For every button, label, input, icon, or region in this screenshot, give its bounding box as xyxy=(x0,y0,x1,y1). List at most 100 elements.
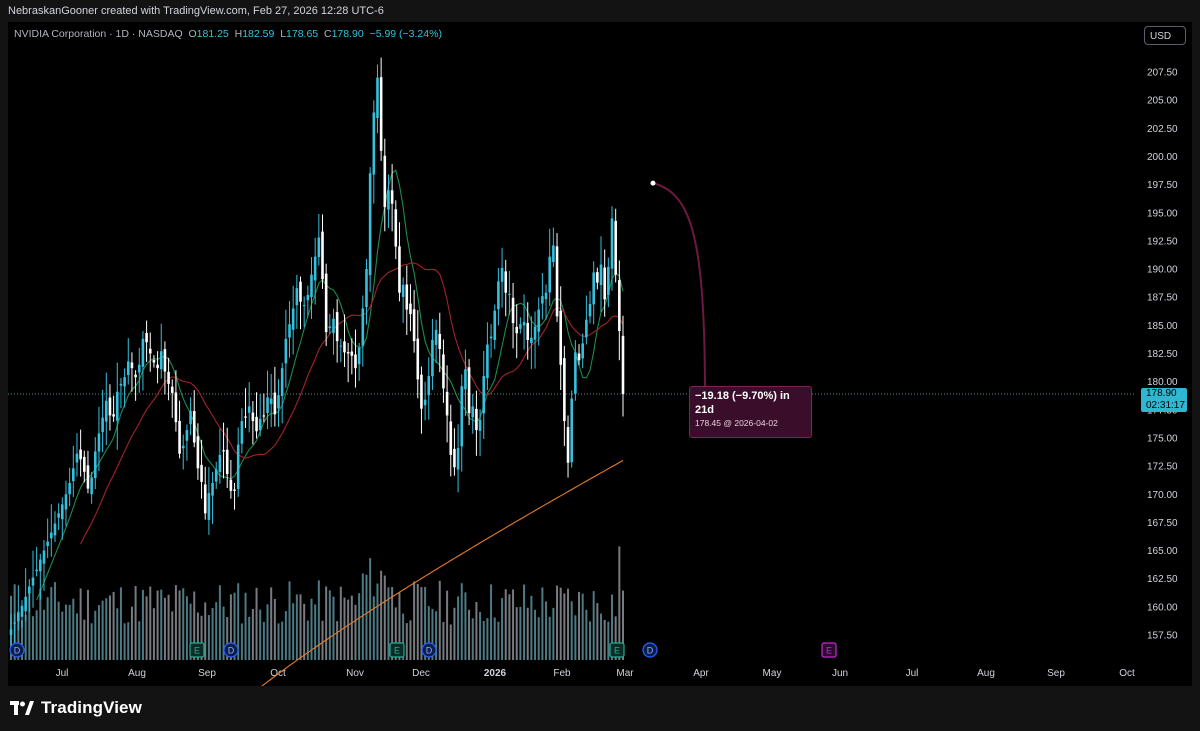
volume-bar xyxy=(251,608,254,660)
currency-button[interactable]: USD xyxy=(1144,26,1186,45)
candle-body xyxy=(409,303,412,315)
event-marker-label: D xyxy=(426,646,433,656)
time-tick-label: Sep xyxy=(1047,668,1065,679)
candle-body xyxy=(405,284,409,310)
candle-body xyxy=(317,237,321,258)
volume-bar xyxy=(493,617,496,660)
candle-body xyxy=(420,374,423,409)
time-tick-label: Jul xyxy=(56,668,69,679)
volume-bar xyxy=(479,612,482,660)
volume-bar xyxy=(288,581,291,660)
chart-attribution: NebraskanGooner created with TradingView… xyxy=(8,5,384,17)
volume-bar xyxy=(592,591,595,660)
volume-bar xyxy=(127,622,130,660)
candle-body xyxy=(108,397,112,416)
time-tick-label: Dec xyxy=(412,668,430,679)
candle-body xyxy=(574,352,577,394)
candle-body xyxy=(174,392,178,423)
projection-label[interactable]: −19.18 (−9.70%) in 21d 178.45 @ 2026-04-… xyxy=(689,386,812,438)
volume-bar xyxy=(508,594,511,660)
event-marker-label: E xyxy=(394,646,400,656)
candle-body xyxy=(522,321,526,326)
candle-body xyxy=(427,376,431,396)
time-tick-label: Oct xyxy=(1119,668,1135,679)
volume-bar xyxy=(453,607,456,660)
candle-body xyxy=(372,112,376,175)
volume-bar xyxy=(174,585,177,660)
candle-body xyxy=(493,310,497,341)
candle-body xyxy=(269,398,273,404)
candle-body xyxy=(284,338,288,364)
candle-body xyxy=(618,280,621,331)
projection-arc[interactable] xyxy=(652,182,706,400)
dividend-marker[interactable]: D xyxy=(9,642,25,658)
candle-body xyxy=(434,329,438,345)
volume-bar xyxy=(523,584,526,660)
candle-body xyxy=(544,292,548,300)
volume-bar xyxy=(537,617,540,660)
volume-bar xyxy=(112,591,115,660)
candle-body xyxy=(262,415,266,417)
candle-body xyxy=(354,354,357,369)
volume-bar xyxy=(409,620,412,660)
candle-body xyxy=(170,386,174,393)
candle-body xyxy=(53,523,57,536)
candle-body xyxy=(156,364,159,369)
volume-bar xyxy=(94,610,97,660)
candle-body xyxy=(163,349,167,372)
symbol-name: NVIDIA Corporation · 1D · NASDAQ xyxy=(14,28,183,40)
candle-body xyxy=(475,408,478,431)
volume-bar xyxy=(325,586,328,660)
candle-body xyxy=(365,269,368,308)
dividend-marker[interactable]: D xyxy=(421,642,437,658)
earnings-marker[interactable]: E xyxy=(389,642,405,658)
dividend-marker[interactable]: D xyxy=(642,642,658,658)
candle-body xyxy=(596,272,599,283)
volume-bar xyxy=(405,623,408,660)
candle-body xyxy=(46,541,49,546)
volume-bar xyxy=(332,596,335,660)
candle-body xyxy=(511,297,515,324)
projection-start-point[interactable] xyxy=(650,180,656,186)
price-chart[interactable]: 157.50 160.00 162.50 165.00 167.50 170.00 172.… xyxy=(8,22,1192,686)
candle-body xyxy=(442,354,445,389)
volume-bar xyxy=(281,621,284,660)
volume-bar xyxy=(86,589,89,660)
time-tick-label: Jul xyxy=(906,668,919,679)
volume-bar xyxy=(556,585,559,660)
candle-body xyxy=(86,465,90,489)
candle-body xyxy=(61,504,64,520)
dividend-marker[interactable]: D xyxy=(223,642,239,658)
volume-bar xyxy=(541,587,544,660)
candle-body xyxy=(603,267,606,300)
brand-name: TradingView xyxy=(41,698,142,717)
high-value: 182.59 xyxy=(242,28,275,40)
volume-bar xyxy=(31,616,34,660)
earnings-marker[interactable]: E xyxy=(189,642,205,658)
tradingview-logo[interactable]: TradingView xyxy=(10,698,142,718)
candle-body xyxy=(577,353,581,361)
volume-bar xyxy=(339,586,342,660)
candle-body xyxy=(614,220,617,275)
volume-bar xyxy=(442,622,445,660)
volume-bar xyxy=(90,623,93,660)
projection-change: −19.18 (−9.70%) in 21d xyxy=(695,390,790,416)
candle-body xyxy=(251,412,255,422)
volume-bar xyxy=(152,608,155,660)
candle-body xyxy=(438,333,442,349)
volume-bar xyxy=(46,597,49,660)
candle-body xyxy=(464,369,467,390)
volume-bar xyxy=(534,609,537,660)
candle-body xyxy=(559,310,563,365)
volume-bar xyxy=(35,610,38,660)
time-tick-label: Aug xyxy=(128,668,146,679)
candle-body xyxy=(570,398,573,463)
chart-panel[interactable]: 157.50 160.00 162.50 165.00 167.50 170.00 172.… xyxy=(8,22,1192,686)
volume-bar xyxy=(347,599,350,660)
candle-body xyxy=(93,451,97,478)
candle-body xyxy=(130,362,134,369)
earnings-marker[interactable]: E xyxy=(609,642,625,658)
candle-body xyxy=(482,376,486,414)
future-earnings-marker[interactable]: E xyxy=(821,642,837,658)
price-tick-label: 205.00 xyxy=(1147,96,1178,107)
